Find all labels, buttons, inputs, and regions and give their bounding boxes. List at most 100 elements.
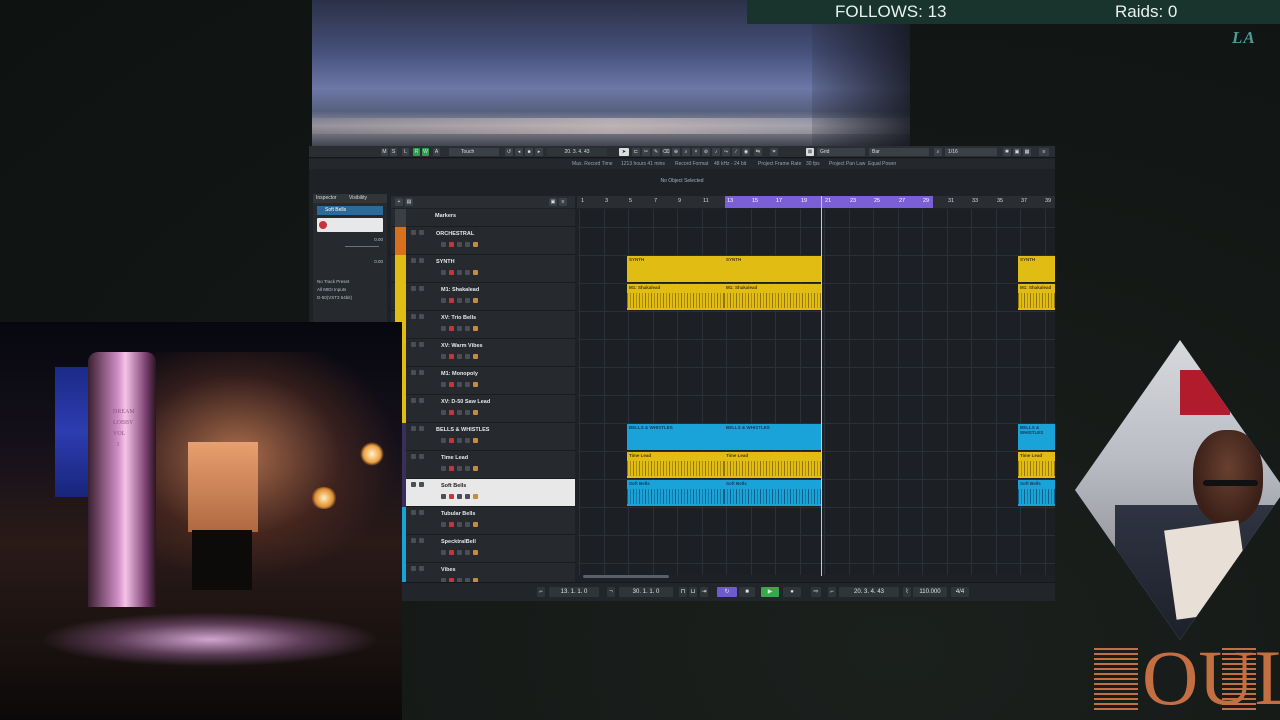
automation-button[interactable]: A: [433, 148, 440, 156]
comp-tool[interactable]: ⊘: [702, 148, 710, 156]
edit-button[interactable]: [473, 242, 478, 247]
midi-input-field[interactable]: All MIDI Inputs: [317, 286, 383, 293]
read-button[interactable]: [457, 354, 462, 359]
midi-part[interactable]: BELLS & WHISTLES: [1018, 424, 1055, 450]
solo-button[interactable]: [419, 258, 424, 263]
track-row[interactable]: M1: Monopoly: [391, 367, 575, 395]
monitor-button[interactable]: [441, 410, 446, 415]
arrange-area[interactable]: SYNTH SYNTH SYNTH M1: Shakalead M1: Shakalea…: [578, 209, 1055, 575]
monitor-button[interactable]: [441, 326, 446, 331]
solo-button[interactable]: [419, 454, 424, 459]
write-button[interactable]: [465, 270, 470, 275]
read-button[interactable]: R: [413, 148, 420, 156]
monitor-button[interactable]: [441, 466, 446, 471]
color-tool[interactable]: ◉: [742, 148, 750, 156]
mute-button[interactable]: [411, 398, 416, 403]
mute-button[interactable]: [411, 538, 416, 543]
timewarp-tool[interactable]: ⤳: [722, 148, 730, 156]
track-row[interactable]: Tubular Bells: [391, 507, 575, 535]
read-button[interactable]: [457, 242, 462, 247]
listen-button[interactable]: L: [402, 148, 409, 156]
inspector-volume-value[interactable]: 0.00: [317, 236, 383, 243]
midi-part[interactable]: M1: Shakalead: [627, 284, 724, 310]
read-button[interactable]: [457, 326, 462, 331]
quantize-icon[interactable]: ⌕: [934, 148, 942, 156]
record-button[interactable]: [449, 550, 454, 555]
solo-button[interactable]: [419, 314, 424, 319]
record-button[interactable]: [449, 298, 454, 303]
play-button[interactable]: ▸: [535, 148, 543, 156]
record-button[interactable]: [449, 522, 454, 527]
monitor-button[interactable]: [441, 494, 446, 499]
edit-button[interactable]: [473, 382, 478, 387]
track-row[interactable]: BELLS & WHISTLES: [391, 423, 575, 451]
record-button[interactable]: [449, 326, 454, 331]
write-button[interactable]: [465, 298, 470, 303]
range-tool[interactable]: ⊏: [632, 148, 640, 156]
edit-button[interactable]: [473, 354, 478, 359]
object-select-tool[interactable]: ➤: [619, 148, 629, 156]
midi-part[interactable]: M1: Shakalead: [1018, 284, 1055, 310]
snap-toggle[interactable]: ⌗: [770, 148, 778, 156]
cycle-range[interactable]: 13 15 17 19 21 23 25 27 29: [725, 196, 933, 208]
stop-button[interactable]: ■: [525, 148, 533, 156]
read-button[interactable]: [457, 466, 462, 471]
monitor-button[interactable]: [441, 298, 446, 303]
solo-button[interactable]: [419, 510, 424, 515]
read-button[interactable]: [457, 494, 462, 499]
write-button[interactable]: [465, 522, 470, 527]
folder-button[interactable]: ▤: [405, 198, 413, 206]
left-locator-display[interactable]: 13. 1. 1. 0: [549, 587, 599, 597]
write-button[interactable]: [465, 438, 470, 443]
read-button[interactable]: [457, 270, 462, 275]
write-button[interactable]: [465, 466, 470, 471]
edit-button[interactable]: [473, 550, 478, 555]
mute-button[interactable]: [411, 454, 416, 459]
midi-part[interactable]: BELLS & WHISTLES: [724, 424, 822, 450]
read-button[interactable]: [457, 410, 462, 415]
write-button[interactable]: [465, 326, 470, 331]
volume-slider[interactable]: [345, 246, 379, 247]
add-track-button[interactable]: +: [395, 198, 403, 206]
panel-toggle-button[interactable]: ▦: [1023, 148, 1031, 156]
monitor-button[interactable]: [441, 354, 446, 359]
read-button[interactable]: [457, 298, 462, 303]
mute-button[interactable]: [411, 370, 416, 375]
window-layout-button[interactable]: ▣: [1013, 148, 1021, 156]
midi-part[interactable]: M1: Shakalead: [724, 284, 822, 310]
write-button[interactable]: [465, 410, 470, 415]
tab-inspector[interactable]: Inspector: [316, 195, 337, 201]
menu-icon[interactable]: ≡: [1039, 148, 1049, 156]
read-button[interactable]: [457, 522, 462, 527]
midi-part[interactable]: Time Lead: [724, 452, 822, 478]
inspector-track-name[interactable]: Soft Bells: [317, 206, 383, 215]
solo-button[interactable]: [419, 482, 424, 487]
erase-tool[interactable]: ⌫: [662, 148, 670, 156]
record-button[interactable]: [449, 382, 454, 387]
mute-button[interactable]: [411, 314, 416, 319]
zoom-tool[interactable]: ⌕: [682, 148, 690, 156]
right-locator-icon[interactable]: ¬: [607, 587, 615, 597]
mute-button[interactable]: [411, 510, 416, 515]
mute-button[interactable]: [411, 426, 416, 431]
mute-button[interactable]: [411, 482, 416, 487]
edit-button[interactable]: [473, 270, 478, 275]
track-row[interactable]: Time Lead: [391, 451, 575, 479]
edit-button[interactable]: [473, 438, 478, 443]
monitor-button[interactable]: [441, 522, 446, 527]
track-row[interactable]: SpecktralBell: [391, 535, 575, 563]
left-locator-icon[interactable]: ⌐: [537, 587, 545, 597]
track-list-settings-button[interactable]: ▣: [549, 198, 557, 206]
write-button[interactable]: [465, 550, 470, 555]
snap-type-button[interactable]: ⊠: [806, 148, 814, 156]
monitor-button[interactable]: [441, 382, 446, 387]
midi-part[interactable]: Soft Bells: [627, 480, 724, 506]
solo-button[interactable]: [419, 538, 424, 543]
mute-button[interactable]: [411, 286, 416, 291]
solo-button[interactable]: [419, 286, 424, 291]
midi-part[interactable]: SYNTH: [724, 256, 822, 282]
midi-part[interactable]: SYNTH: [1018, 256, 1055, 282]
record-button[interactable]: [449, 242, 454, 247]
position-display[interactable]: 20. 3. 4. 43: [839, 587, 899, 597]
write-button[interactable]: [465, 354, 470, 359]
